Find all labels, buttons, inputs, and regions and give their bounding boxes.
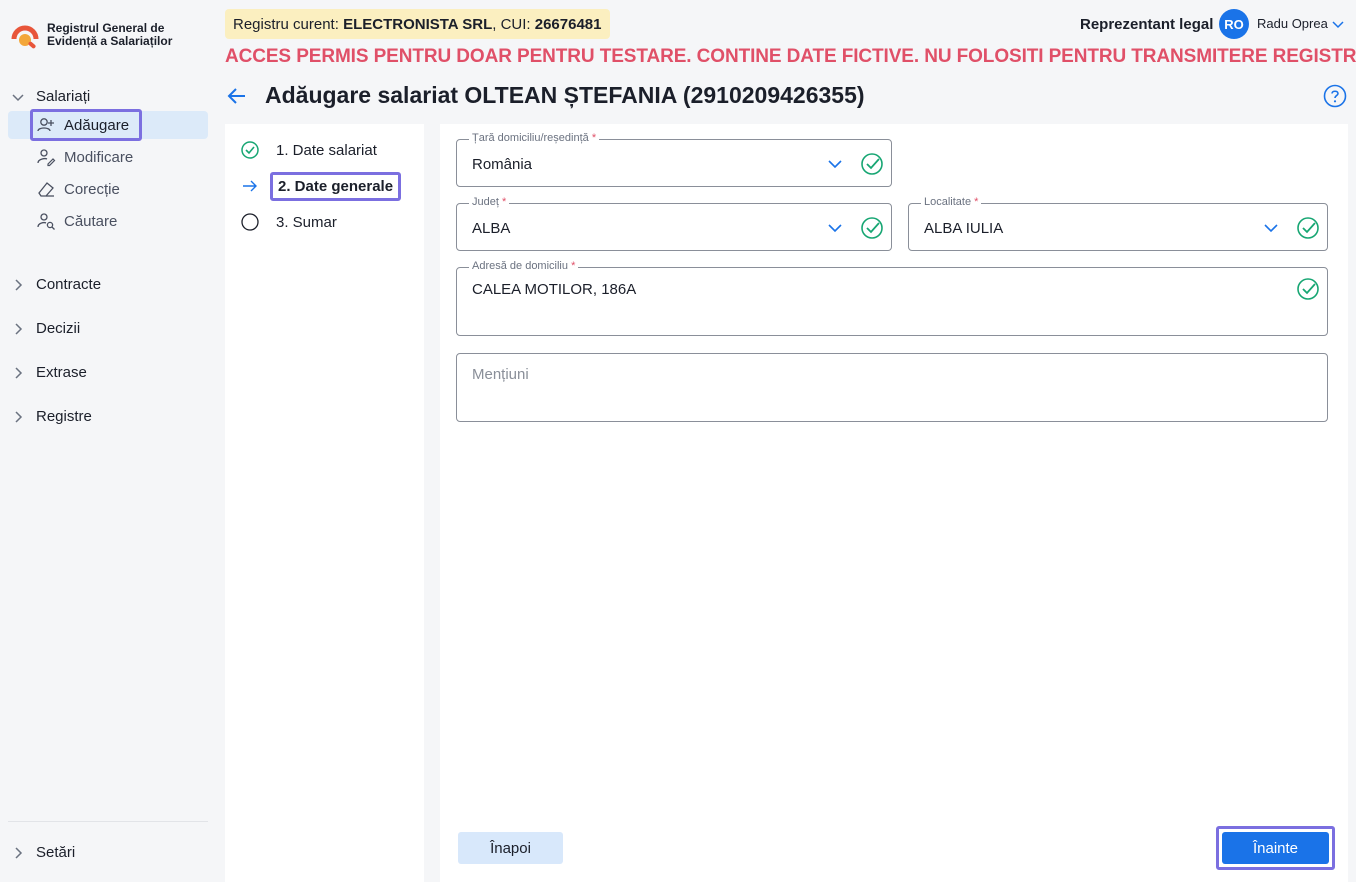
check-circle-icon: [861, 217, 883, 239]
nav-group-label: Decizii: [36, 320, 81, 337]
nav-group-decizii[interactable]: Decizii: [10, 320, 80, 337]
county-label: Județ *: [469, 196, 510, 208]
address-textarea[interactable]: Adresă de domiciliu * CALEA MOTILOR, 186…: [456, 260, 1328, 336]
sidebar-item-modificare[interactable]: Modificare: [8, 143, 208, 171]
chevron-down-icon[interactable]: [826, 155, 844, 173]
sidebar-item-adaugare[interactable]: Adăugare: [8, 109, 208, 141]
form-panel: Țară domiciliu/reședință * România Județ…: [440, 124, 1348, 882]
required-marker: *: [974, 196, 979, 208]
nav-group-label: Extrase: [36, 364, 87, 381]
user-name[interactable]: Radu Oprea: [1257, 16, 1328, 31]
country-value: România: [472, 156, 533, 173]
county-select[interactable]: Județ * ALBA: [456, 196, 892, 251]
mentions-textarea[interactable]: Mențiuni: [456, 353, 1328, 422]
app-logo[interactable]: Registrul General de Evidență a Salariaț…: [10, 22, 172, 52]
country-label-text: Țară domiciliu/reședință: [472, 132, 589, 144]
chevron-down-icon[interactable]: [826, 219, 844, 237]
chevron-right-icon: [15, 278, 23, 291]
sidebar-item-label: Modificare: [64, 148, 134, 166]
chevron-down-icon[interactable]: [1331, 17, 1345, 31]
required-marker: *: [571, 260, 576, 272]
check-circle-icon: [241, 141, 259, 159]
nav-group-registre[interactable]: Registre: [10, 408, 92, 425]
wizard-steps: 1. Date salariat 2. Date generale 3. Sum…: [225, 124, 424, 882]
test-warning-banner: ACCES PERMIS PENTRU DOAR PENTRU TESTARE.…: [225, 46, 1356, 67]
step-date-generale[interactable]: 2. Date generale: [240, 171, 402, 201]
company-name: ELECTRONISTA SRL: [343, 15, 493, 33]
step-date-salariat[interactable]: 1. Date salariat: [240, 140, 377, 160]
user-edit-icon: [37, 149, 56, 167]
chevron-right-icon: [15, 366, 23, 379]
app-title: Registrul General de Evidență a Salariaț…: [47, 22, 172, 48]
registry-prefix: Registru curent:: [233, 15, 339, 33]
eraser-icon: [38, 182, 54, 197]
locality-select[interactable]: Localitate * ALBA IULIA: [908, 196, 1328, 251]
step-label: 2. Date generale: [269, 171, 402, 201]
required-marker: *: [591, 132, 597, 144]
nav-group-label: Salariați: [36, 88, 91, 105]
county-value: ALBA: [472, 220, 511, 237]
nav-group-setari[interactable]: Setări: [10, 844, 75, 861]
circle-icon: [241, 213, 259, 231]
address-value: CALEA MOTILOR, 186A: [472, 281, 637, 298]
country-label: Țară domiciliu/reședință *: [469, 132, 600, 144]
locality-value: ALBA IULIA: [924, 220, 1004, 237]
locality-label-text: Localitate: [924, 196, 972, 208]
sidebar-divider: [8, 821, 208, 822]
county-label-text: Județ: [472, 196, 499, 208]
page-title: Adăugare salariat OLTEAN ȘTEFANIA (29102…: [265, 82, 865, 108]
nav-group-contracte[interactable]: Contracte: [10, 276, 101, 293]
address-label: Adresă de domiciliu *: [469, 260, 579, 272]
sidebar: Registrul General de Evidență a Salariaț…: [0, 0, 216, 882]
help-icon[interactable]: [1323, 84, 1347, 108]
nav-group-label: Contracte: [36, 276, 102, 293]
address-label-text: Adresă de domiciliu: [472, 260, 568, 272]
back-button[interactable]: Înapoi: [458, 832, 563, 864]
nav-group-extrase[interactable]: Extrase: [10, 364, 87, 381]
mentions-placeholder: Mențiuni: [472, 366, 529, 383]
nav-group-label: Registre: [36, 408, 92, 425]
check-circle-icon: [1297, 217, 1319, 239]
locality-label: Localitate *: [921, 196, 982, 208]
chevron-down-icon: [12, 93, 24, 101]
avatar[interactable]: RO: [1219, 9, 1249, 39]
sidebar-item-label: Corecție: [64, 180, 120, 198]
chevron-right-icon: [15, 322, 23, 335]
step-label: 3. Sumar: [276, 213, 337, 231]
chevron-right-icon: [15, 846, 23, 859]
focus-highlight: [30, 109, 142, 141]
country-select[interactable]: Țară domiciliu/reședință * România: [456, 132, 892, 187]
step-label: 1. Date salariat: [276, 141, 377, 159]
step-sumar[interactable]: 3. Sumar: [240, 212, 337, 232]
sidebar-item-corectie[interactable]: Corecție: [8, 175, 208, 203]
back-arrow-icon[interactable]: [226, 85, 248, 107]
nav-group-salariati[interactable]: Salariați: [10, 88, 90, 105]
cui-value: 26676481: [534, 15, 602, 33]
logo-icon: [10, 22, 40, 52]
cui-prefix: , CUI:: [492, 15, 531, 33]
next-button[interactable]: Înainte: [1222, 832, 1329, 864]
required-marker: *: [501, 196, 507, 208]
chevron-down-icon[interactable]: [1262, 219, 1280, 237]
current-registry-badge: Registru curent: ELECTRONISTA SRL, CUI: …: [225, 9, 610, 39]
arrow-right-icon: [243, 180, 257, 192]
check-circle-icon: [861, 153, 883, 175]
nav-group-label: Setări: [36, 844, 76, 861]
user-role: Reprezentant legal: [1080, 16, 1214, 33]
sidebar-item-cautare[interactable]: Căutare: [8, 207, 208, 235]
check-circle-icon: [1297, 278, 1319, 300]
user-search-icon: [37, 213, 55, 230]
app-title-line2: Evidență a Salariaților: [47, 34, 173, 48]
chevron-right-icon: [15, 410, 23, 423]
sidebar-item-label: Căutare: [64, 212, 118, 230]
